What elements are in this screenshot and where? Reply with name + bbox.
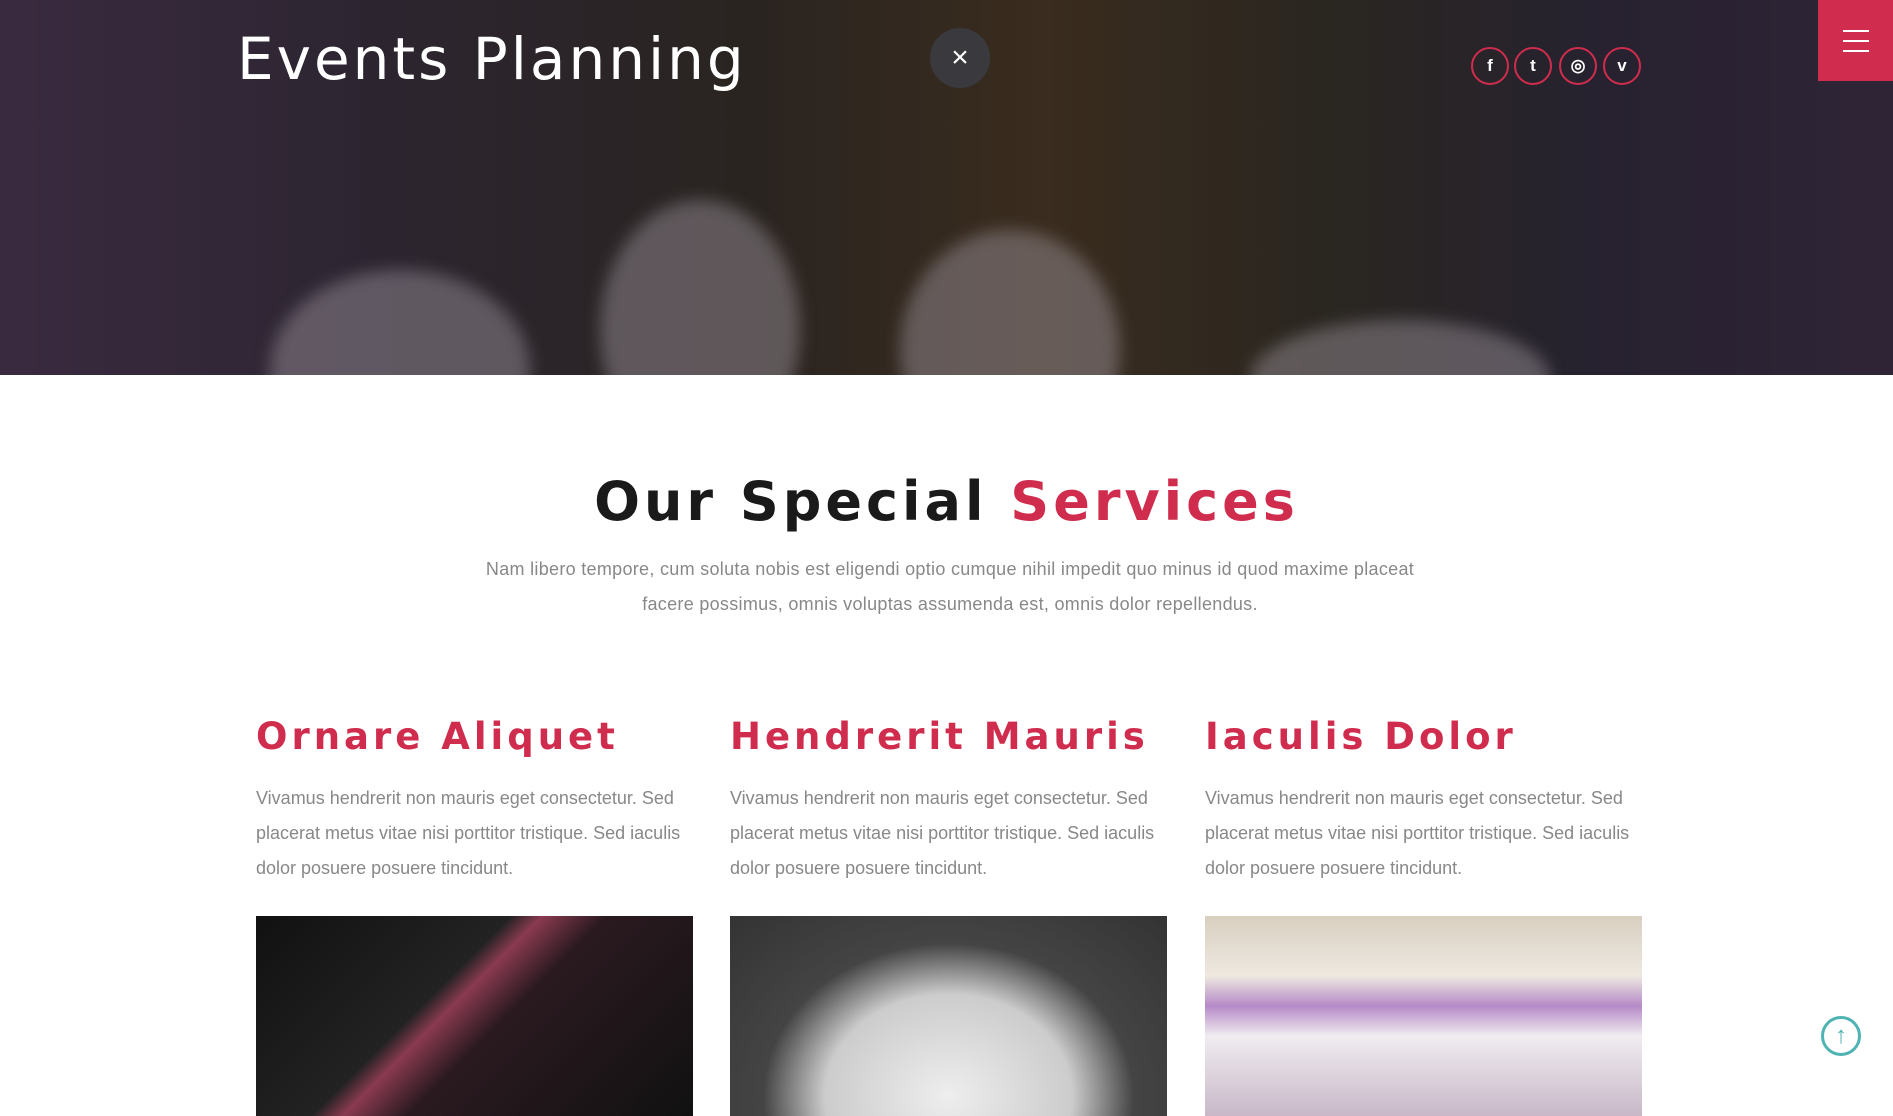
hamburger-menu-button[interactable] (1818, 0, 1893, 81)
service-text: Vivamus hendrerit non mauris eget consec… (1205, 788, 1630, 878)
menu-bar (1842, 29, 1869, 32)
dribbble-icon[interactable]: ◎ (1559, 47, 1597, 85)
services-intro: Nam libero tempore, cum soluta nobis est… (485, 559, 1415, 614)
menu-bar (1842, 49, 1869, 52)
hero-background-shape (270, 270, 530, 375)
menu-bar (1842, 39, 1869, 42)
hero-background-shape (600, 200, 800, 375)
site-title[interactable]: Events Planning (237, 25, 747, 93)
hero-background-shape (1250, 320, 1550, 375)
scroll-to-top-icon[interactable]: ↑ (1821, 1016, 1861, 1056)
service-card: Iaculis Dolor Vivamus hendrerit non maur… (1205, 715, 1642, 1116)
services-heading: Our Special Services (0, 470, 1893, 533)
wedding-cake-image (730, 916, 1167, 1116)
service-card: Ornare Aliquet Vivamus hendrerit non mau… (256, 715, 693, 1116)
service-card: Hendrerit Mauris Vivamus hendrerit non m… (730, 715, 1167, 1116)
twitter-icon[interactable]: t (1514, 47, 1552, 85)
service-text: Vivamus hendrerit non mauris eget consec… (256, 788, 681, 878)
service-title: Ornare Aliquet (256, 715, 619, 758)
service-text: Vivamus hendrerit non mauris eget consec… (730, 788, 1155, 878)
service-title: Hendrerit Mauris (730, 715, 1149, 758)
facebook-icon[interactable]: f (1471, 47, 1509, 85)
vimeo-icon[interactable]: v (1603, 47, 1641, 85)
close-icon[interactable]: × (930, 28, 990, 88)
heading-accent: Services (1010, 470, 1299, 533)
hero-background-shape (900, 230, 1120, 375)
banquet-hall-image (1205, 916, 1642, 1116)
heading-part: Our Special (594, 470, 988, 533)
jewelry-image (256, 916, 693, 1116)
service-title: Iaculis Dolor (1205, 715, 1517, 758)
